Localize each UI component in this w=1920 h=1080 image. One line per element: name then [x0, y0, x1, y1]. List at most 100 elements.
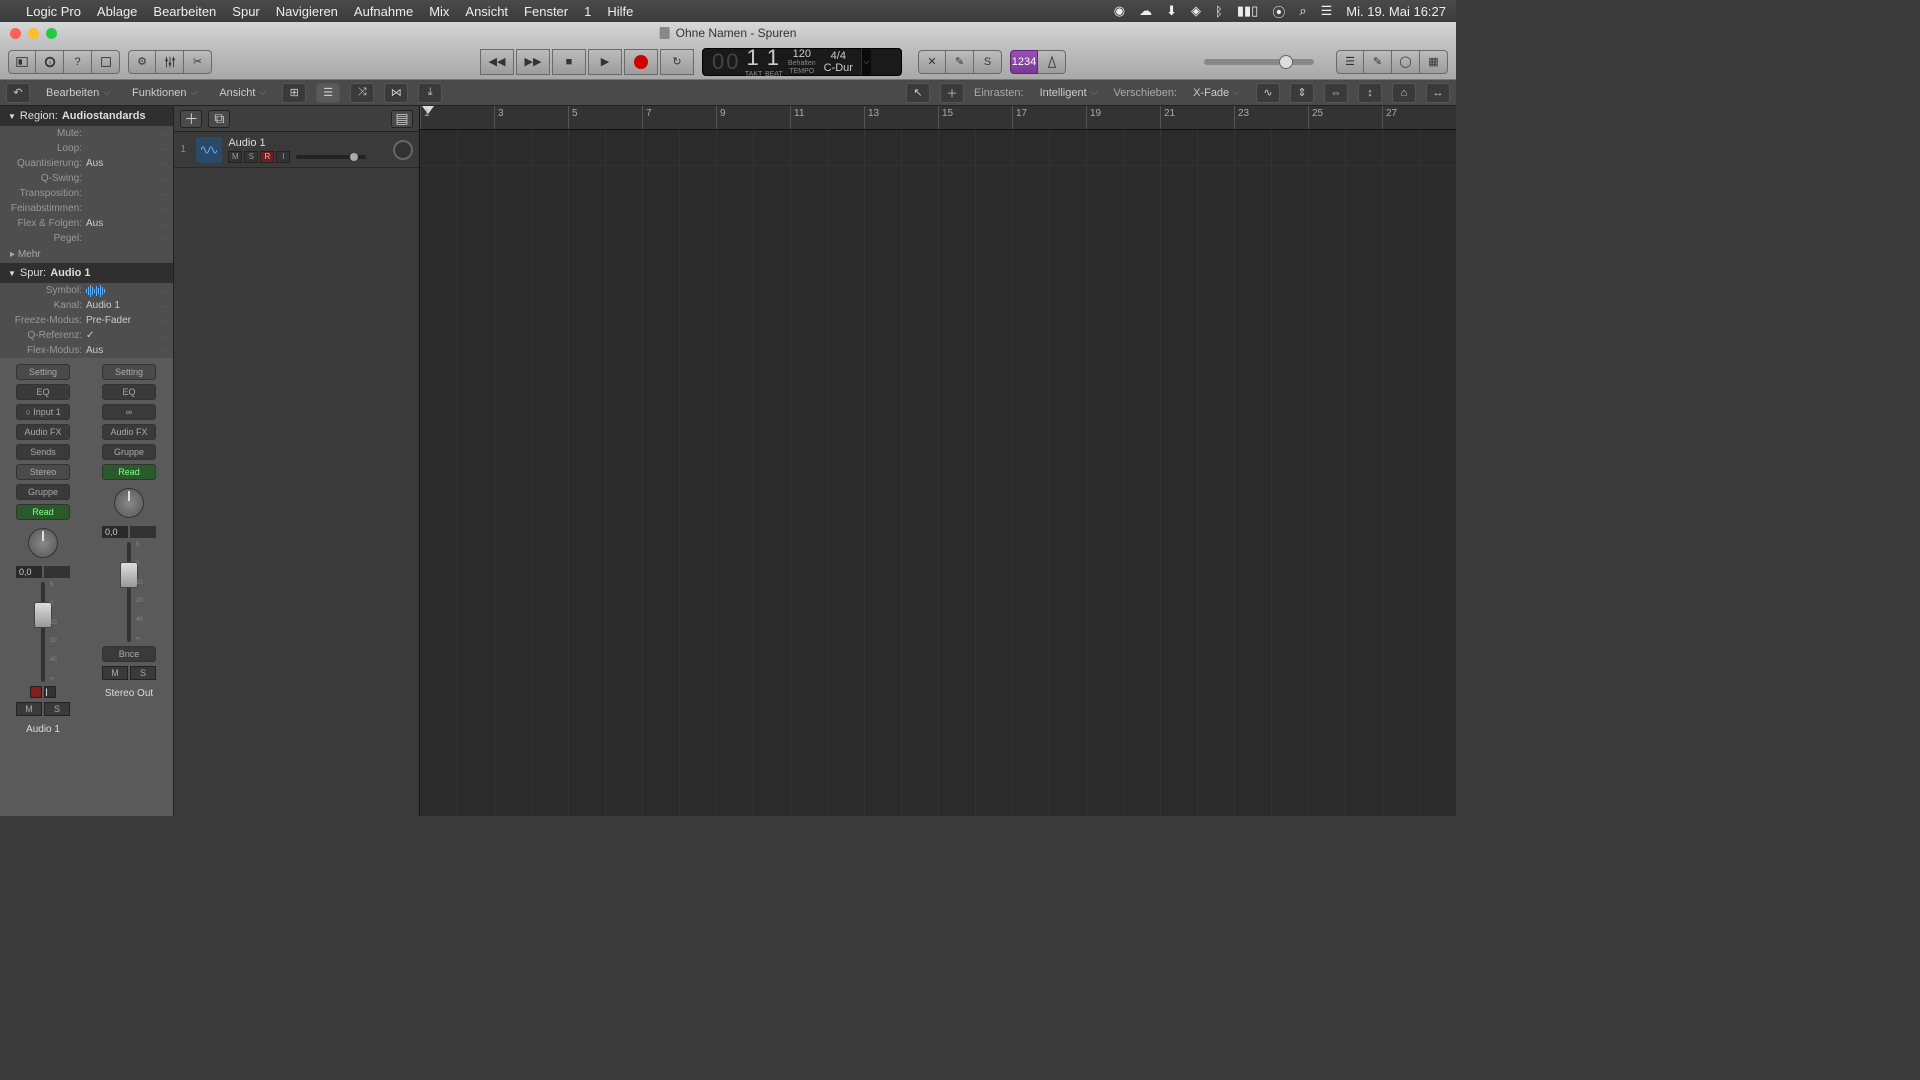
add-track-button[interactable]: ＋: [180, 110, 202, 128]
duplicate-track-button[interactable]: ⧉: [208, 110, 230, 128]
inspector-row[interactable]: Q-Referenz:✓⌵: [0, 328, 173, 343]
setting-button[interactable]: Setting: [102, 364, 156, 380]
stereo-link-button[interactable]: ∞: [102, 404, 156, 420]
cycle-button[interactable]: ↻: [660, 49, 694, 75]
menu-fenster[interactable]: Fenster: [524, 4, 568, 19]
track-solo[interactable]: S: [244, 151, 258, 163]
ruler-tick[interactable]: 11: [790, 106, 864, 129]
count-in-button[interactable]: 1234: [1010, 50, 1038, 74]
more-toggle[interactable]: Mehr: [0, 246, 173, 263]
help-button[interactable]: ?: [64, 50, 92, 74]
strip-record[interactable]: [30, 686, 42, 698]
flex-button[interactable]: ⋈: [384, 83, 408, 103]
notepad-button[interactable]: ✎: [1364, 50, 1392, 74]
menu-spur[interactable]: Spur: [232, 4, 259, 19]
stop-button[interactable]: ■: [552, 49, 586, 75]
pan-knob[interactable]: [114, 488, 144, 518]
inspector-button[interactable]: i: [36, 50, 64, 74]
view-menu[interactable]: Ansicht: [213, 85, 272, 101]
track-input[interactable]: I: [276, 151, 290, 163]
eq-button[interactable]: EQ: [102, 384, 156, 400]
inspector-row[interactable]: Loop:⌵: [0, 141, 173, 156]
ruler-tick[interactable]: 7: [642, 106, 716, 129]
automation-read-button[interactable]: Read: [16, 504, 70, 520]
lcd-bar[interactable]: 1: [743, 45, 763, 71]
inspector-row[interactable]: Kanal:Audio 1⌵: [0, 298, 173, 313]
track-mute[interactable]: M: [228, 151, 242, 163]
group-button[interactable]: Gruppe: [102, 444, 156, 460]
menu-ansicht[interactable]: Ansicht: [465, 4, 508, 19]
lcd-sig[interactable]: 4/4: [831, 50, 846, 62]
catch-button[interactable]: ⤓: [418, 83, 442, 103]
ruler-tick[interactable]: 27: [1382, 106, 1456, 129]
smart-controls-button[interactable]: ⚙: [128, 50, 156, 74]
replace-mode-button[interactable]: ✕: [918, 50, 946, 74]
region-header[interactable]: Region: Audiostandards: [0, 106, 173, 126]
play-button[interactable]: ▶: [588, 49, 622, 75]
dropbox-icon[interactable]: ◈: [1191, 3, 1201, 19]
strip-mute[interactable]: M: [16, 702, 42, 716]
track-row[interactable]: 1 Audio 1 M S R I: [174, 132, 419, 168]
metronome-button[interactable]: [1038, 50, 1066, 74]
track-name[interactable]: Audio 1: [228, 137, 387, 149]
strip-solo[interactable]: S: [130, 666, 156, 680]
ruler-tick[interactable]: 21: [1160, 106, 1234, 129]
grid-view-button[interactable]: ⊞: [282, 83, 306, 103]
track-header[interactable]: Spur: Audio 1: [0, 263, 173, 283]
inspector-row[interactable]: Quantisierung:Aus⌵: [0, 156, 173, 171]
inspector-row[interactable]: Transposition:⌵: [0, 186, 173, 201]
automation-button[interactable]: ⤨: [350, 83, 374, 103]
audiofx-button[interactable]: Audio FX: [16, 424, 70, 440]
bounce-button[interactable]: Bnce: [102, 646, 156, 662]
solo-mode-button[interactable]: S: [974, 50, 1002, 74]
volume-fader[interactable]: 60102040∞: [102, 542, 156, 642]
edit-menu[interactable]: Bearbeiten: [40, 85, 116, 101]
inspector-row[interactable]: Mute:⌵: [0, 126, 173, 141]
ruler-tick[interactable]: 25: [1308, 106, 1382, 129]
wifi-icon[interactable]: ⦿: [1272, 2, 1285, 21]
horizontal-zoom-button[interactable]: ⇔: [1324, 83, 1348, 103]
control-center-icon[interactable]: ☰: [1321, 3, 1333, 19]
mixer-button[interactable]: [156, 50, 184, 74]
menu-bearbeiten[interactable]: Bearbeiten: [153, 4, 216, 19]
track-pan-knob[interactable]: [393, 140, 413, 160]
master-volume-slider[interactable]: [1204, 59, 1314, 65]
toolbar-toggle-button[interactable]: [92, 50, 120, 74]
menu-mix[interactable]: Mix: [429, 4, 449, 19]
add-tool[interactable]: ＋: [940, 83, 964, 103]
zoom-tool-2[interactable]: ⌂: [1392, 83, 1416, 103]
forward-button[interactable]: ▶▶: [516, 49, 550, 75]
strip-mute[interactable]: M: [102, 666, 128, 680]
eq-button[interactable]: EQ: [16, 384, 70, 400]
app-name[interactable]: Logic Pro: [26, 4, 81, 19]
battery-icon[interactable]: ▮▮▯: [1237, 3, 1258, 19]
lcd-display[interactable]: 00 1 TAKT 1 BEAT 120 Behalten TEMPO 4/4 …: [702, 48, 902, 76]
lcd-tempo[interactable]: 120: [793, 48, 811, 60]
menu-hilfe[interactable]: Hilfe: [607, 4, 633, 19]
download-icon[interactable]: ⬇: [1166, 3, 1177, 19]
vertical-zoom-button[interactable]: ⇕: [1290, 83, 1314, 103]
ruler-tick[interactable]: 13: [864, 106, 938, 129]
global-tracks-button[interactable]: ▤: [391, 110, 413, 128]
ruler-tick[interactable]: 23: [1234, 106, 1308, 129]
inspector-row[interactable]: Q-Swing:⌵: [0, 171, 173, 186]
functions-menu[interactable]: Funktionen: [126, 85, 203, 101]
rewind-button[interactable]: ◀◀: [480, 49, 514, 75]
ruler-tick[interactable]: 9: [716, 106, 790, 129]
lcd-beat[interactable]: 1: [764, 45, 784, 71]
automation-read-button[interactable]: Read: [102, 464, 156, 480]
loops-button[interactable]: ◯: [1392, 50, 1420, 74]
clock[interactable]: Mi. 19. Mai 16:27: [1346, 4, 1446, 19]
audiofx-button[interactable]: Audio FX: [102, 424, 156, 440]
ruler-tick[interactable]: 15: [938, 106, 1012, 129]
lcd-dropdown[interactable]: ⌵: [861, 49, 871, 75]
spotlight-icon[interactable]: ⌕: [1299, 3, 1306, 19]
inspector-row[interactable]: Feinabstimmen:⌵: [0, 201, 173, 216]
track-back-button[interactable]: ↶: [6, 83, 30, 103]
track-record[interactable]: R: [260, 151, 274, 163]
pointer-tool[interactable]: ↖: [906, 83, 930, 103]
timeline-ruler[interactable]: 13579111315171921232527: [420, 106, 1456, 130]
zoom-tool-3[interactable]: ↔: [1426, 83, 1450, 103]
volume-fader[interactable]: 60102040∞: [16, 582, 70, 682]
move-select[interactable]: X-Fade: [1187, 85, 1246, 101]
